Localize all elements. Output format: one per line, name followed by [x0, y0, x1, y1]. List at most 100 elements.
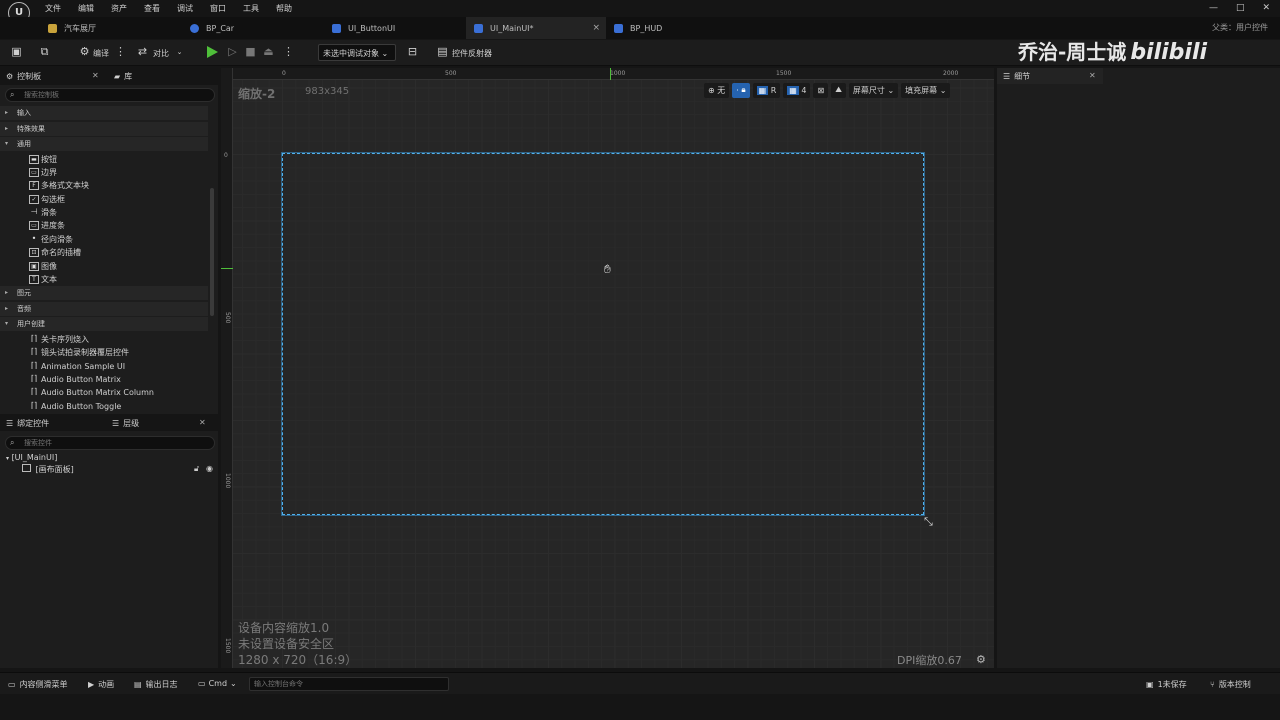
diff-button[interactable]: 对比 [153, 48, 169, 59]
close-window-button[interactable]: ✕ [1262, 3, 1270, 13]
resize-handle-icon[interactable]: ⤡ [924, 515, 933, 529]
menu-tools[interactable]: 工具 [243, 3, 259, 14]
close-tab-icon[interactable]: × [592, 23, 600, 33]
cmd-dropdown[interactable]: ▭ Cmd ⌄ [198, 679, 237, 688]
tab-hierarchy[interactable]: ☰ 层级 [112, 418, 139, 429]
chevron-down-icon[interactable]: ⌄ [173, 46, 186, 58]
category-user-created[interactable]: ▾ 用户创建 [0, 317, 208, 332]
category-input[interactable]: ▸ 输入 [0, 106, 208, 120]
content-drawer-button[interactable]: ▭ 内容侧滑菜单 [8, 679, 68, 690]
tab-bp-car[interactable]: BP_Car [190, 17, 320, 39]
maximize-button[interactable]: □ [1236, 3, 1245, 13]
tab-ui-mainui[interactable]: UI_MainUI* × [466, 17, 606, 39]
close-icon[interactable]: ✕ [199, 418, 206, 427]
outline-toggle[interactable]: ⊠ [813, 82, 829, 98]
menu-file[interactable]: 文件 [45, 3, 61, 14]
palette-item-rich-text[interactable]: F 多格式文本块 [0, 179, 208, 192]
close-icon[interactable]: ✕ [1089, 71, 1096, 80]
minimize-button[interactable]: — [1209, 3, 1218, 13]
diff-icon[interactable]: ⇄ [136, 46, 149, 58]
palette-item-radial-slider[interactable]: • 径向滑条 [0, 233, 208, 246]
tab-bp-hud[interactable]: BP_HUD [614, 17, 744, 39]
palette-item-user[interactable]: ⌈⌉ Animation Sample UI [0, 360, 208, 373]
palette-item-progress-bar[interactable]: ▭ 进度条 [0, 219, 208, 232]
designer-viewport[interactable]: 0 500 1000 1500 2000 0 500 1000 1500 缩放-… [221, 68, 994, 668]
lock-icon[interactable]: 🔓︎ [194, 464, 199, 474]
palette-search[interactable]: ⌕ [5, 88, 215, 102]
blueprint-icon [190, 23, 199, 33]
gear-icon[interactable]: ⚙ [976, 653, 986, 666]
palette-item-user[interactable]: ⌈⌉ 镜头试拍录制器覆层控件 [0, 346, 208, 359]
hierarchy-search[interactable]: ⌕ [5, 436, 215, 450]
menu-help[interactable]: 帮助 [276, 3, 292, 14]
palette-item-text[interactable]: T 文本 [0, 273, 208, 286]
console-command-input[interactable] [249, 677, 449, 691]
palette-item-user[interactable]: ⌈⌉ Audio Button Matrix Column [0, 386, 208, 399]
palette-item-button[interactable]: ▬ 按钮 [0, 153, 208, 166]
close-icon[interactable]: ✕ [92, 71, 99, 80]
widget-reflector-icon[interactable]: ▤ [436, 46, 449, 58]
unsaved-button[interactable]: ▣ 1未保存 [1146, 679, 1187, 690]
image-preview-toggle[interactable]: ⛰︎ [831, 82, 846, 98]
item-label: 勾选框 [41, 194, 65, 204]
category-special-effects[interactable]: ▸ 特殊效果 [0, 121, 208, 136]
compile-icon[interactable]: ⚙ [78, 46, 91, 58]
compile-options-icon[interactable]: ⋮ [114, 46, 127, 58]
respect-locks-button[interactable]: ▦ R [752, 82, 781, 98]
palette-item-slider[interactable]: ⊣ 滑条 [0, 206, 208, 219]
palette-item-image[interactable]: ▣ 图像 [0, 260, 208, 273]
screen-size-dropdown[interactable]: 屏幕尺寸 ⌄ [848, 82, 899, 98]
category-audio[interactable]: ▸ 音频 [0, 301, 208, 316]
palette-item-checkbox[interactable]: ✓ 勾选框 [0, 193, 208, 206]
play-icon[interactable] [207, 46, 218, 58]
menu-edit[interactable]: 编辑 [78, 3, 94, 14]
user-widget-icon: ⌈⌉ [30, 360, 38, 370]
hierarchy-search-input[interactable] [24, 438, 209, 448]
palette-item-user[interactable]: ⌈⌉ 关卡序列烧入 [0, 333, 208, 346]
localization-button[interactable]: ⊕ 无 [704, 82, 730, 98]
category-common[interactable]: ▾ 通用 [0, 137, 208, 151]
eject-icon[interactable]: ⏏ [262, 46, 275, 58]
respect-locks-label: R [770, 85, 777, 95]
tree-item-canvas-panel[interactable]: [画布面板] 🔓︎ ◉ [22, 464, 218, 475]
palette-item-border[interactable]: ▭ 边界 [0, 166, 208, 179]
ruler-marker [221, 268, 233, 269]
widget-reflector-button[interactable]: 控件反射器 [452, 48, 492, 59]
palette-item-user[interactable]: ⌈⌉ Audio Button Toggle [0, 400, 208, 413]
play-options-icon[interactable]: ⋮ [282, 46, 295, 58]
tab-details[interactable]: ☰ 细节 [1003, 71, 1030, 82]
palette-item-user[interactable]: ⌈⌉ Audio Button Matrix [0, 373, 208, 386]
tab-label: 汽车展厅 [64, 23, 96, 33]
lock-toggle[interactable]: · 🔒︎ [732, 82, 750, 98]
palette-scrollbar[interactable] [210, 188, 214, 316]
stop-icon[interactable]: ■ [244, 46, 257, 58]
animation-button[interactable]: ▶ 动画 [88, 679, 114, 690]
browse-icon[interactable]: ⧉ [38, 46, 51, 58]
visibility-eye-icon[interactable]: ◉ [206, 464, 213, 473]
debug-object-select[interactable]: 未选中调试对象 ⌄ [318, 44, 396, 61]
widget-size-label: 983x345 [305, 86, 350, 97]
grid-snap-button[interactable]: ▦ 4 [783, 82, 811, 98]
save-icon[interactable]: ▣ [10, 46, 23, 58]
tab-library[interactable]: ▰ 库 [114, 71, 132, 82]
output-log-button[interactable]: ▤ 输出日志 [134, 679, 178, 690]
tab-showroom[interactable]: 汽车展厅 [48, 17, 178, 39]
tab-palette[interactable]: ⚙ 控制板 [6, 71, 41, 82]
tab-ui-buttonui[interactable]: UI_ButtonUI [332, 17, 462, 39]
compile-button[interactable]: 编译 [93, 48, 109, 59]
tab-bind-widgets[interactable]: ☰ 绑定控件 [6, 418, 49, 429]
category-primitive[interactable]: ▸ 图元 [0, 286, 208, 301]
ui-canvas-frame[interactable] [282, 153, 924, 515]
menu-asset[interactable]: 资产 [111, 3, 127, 14]
source-control-button[interactable]: ⑂ 版本控制 [1210, 679, 1251, 690]
tree-root[interactable]: ▾ [UI_MainUI] [6, 453, 57, 462]
menu-debug[interactable]: 调试 [177, 3, 193, 14]
category-label: 音频 [17, 304, 31, 313]
palette-search-input[interactable] [24, 90, 209, 100]
palette-item-named-slot[interactable]: ⊡ 命名的插槽 [0, 246, 208, 259]
menu-window[interactable]: 窗口 [210, 3, 226, 14]
debug-find-icon[interactable]: ⊟ [406, 46, 419, 58]
simulate-icon[interactable]: ▷ [226, 46, 239, 58]
menu-view[interactable]: 查看 [144, 3, 160, 14]
fill-screen-dropdown[interactable]: 填充屏幕 ⌄ [901, 82, 951, 98]
